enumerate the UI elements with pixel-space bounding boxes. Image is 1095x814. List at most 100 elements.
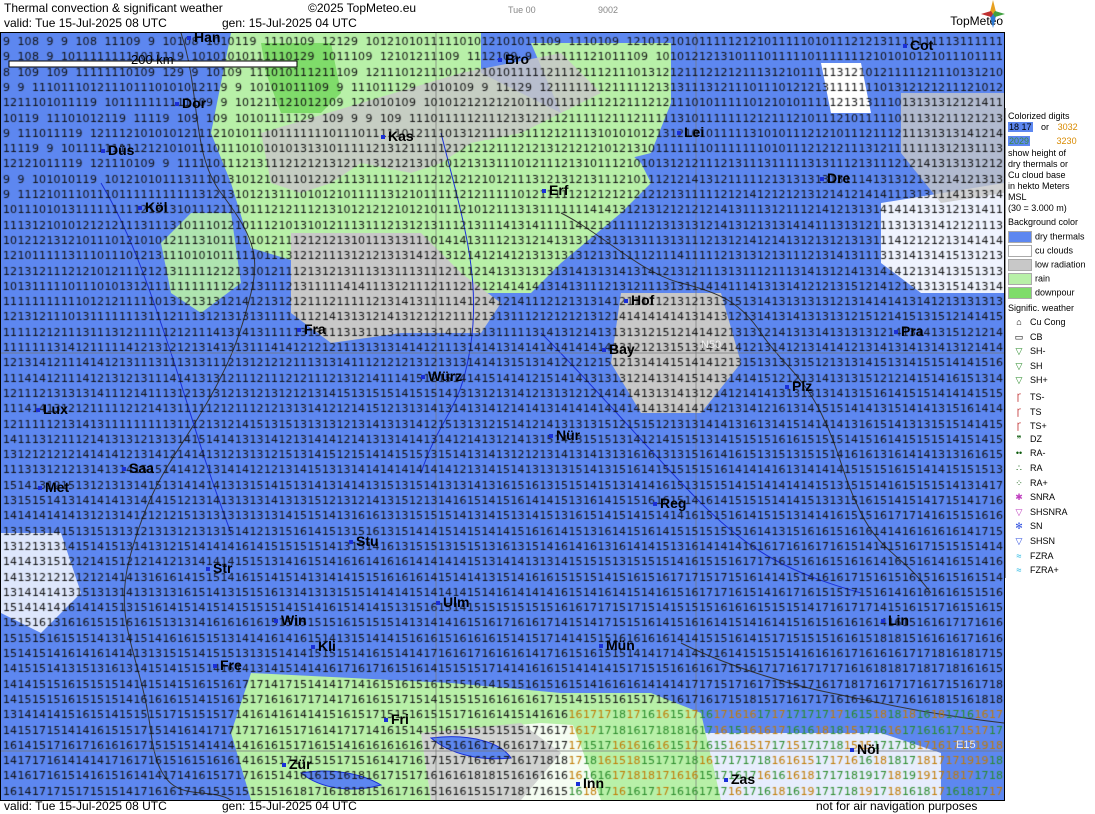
legend-sig-item: ▭ CB — [1008, 332, 1043, 343]
legend-sig-item: ⌂ Cu Cong — [1008, 317, 1066, 327]
legend-sig-label: CB — [1030, 331, 1043, 342]
city-stu: Stu — [349, 533, 379, 549]
weather-symbol-icon: ▽ — [1015, 375, 1023, 386]
city-dor: Dor — [175, 95, 206, 111]
city-lin: Lin — [881, 612, 909, 628]
city-wur: Würz — [421, 368, 462, 384]
legend-sig-item: ≈ FZRA — [1008, 551, 1054, 561]
legend-sig-item: ✻ SN — [1008, 521, 1043, 532]
city-reg: Reg — [653, 495, 686, 511]
legend-example-a: 18 17 — [1008, 122, 1033, 132]
legend-desc-2: dry thermals or — [1008, 159, 1069, 169]
weather-symbol-icon: Ꞅ — [1016, 421, 1022, 432]
legend-sig-label: TS+ — [1030, 421, 1047, 432]
legend-example-c: 2029 — [1008, 136, 1031, 146]
city-dre: Dre — [820, 170, 850, 186]
legend-sig-item: ▽ SH+ — [1008, 375, 1048, 386]
legend-sig-label: RA+ — [1030, 477, 1048, 488]
city-kas: Kas — [381, 128, 414, 144]
city-met: Met — [38, 479, 69, 495]
legend-sig-label: SN — [1030, 521, 1043, 532]
grid-label-lat: N50 — [701, 339, 722, 351]
gen-time: gen: 15-Jul-2025 04 UTC — [222, 16, 357, 30]
footer-gen-time: gen: 15-Jul-2025 04 UTC — [222, 799, 357, 813]
legend-desc-6: (30 = 3.000 m) — [1008, 203, 1067, 213]
legend-desc-4: in hekto Meters — [1008, 181, 1070, 191]
legend-sig-item: Ꞅ TS+ — [1008, 419, 1047, 432]
chart-title: Thermal convection & significant weather — [4, 1, 223, 15]
footer-note: not for air navigation purposes — [816, 799, 978, 813]
valid-time: valid: Tue 15-Jul-2025 08 UTC — [4, 16, 167, 30]
legend-sig-label: SH- — [1030, 346, 1046, 357]
header: Thermal convection & significant weather… — [0, 0, 1005, 32]
weather-symbol-icon: ⌂ — [1016, 317, 1022, 327]
city-win: Win — [274, 612, 307, 628]
legend-desc-3: Cu cloud base — [1008, 170, 1066, 180]
weather-symbol-icon: ✻ — [1015, 521, 1023, 532]
city-zas: Zas — [724, 771, 755, 787]
legend-example-b: 3032 — [1057, 122, 1078, 132]
city-plz: Plz — [785, 378, 812, 394]
scale-label: 200 km — [131, 52, 174, 67]
city-hof: Hof — [624, 292, 654, 308]
city-dus: Düs — [101, 142, 134, 158]
weather-symbol-icon: ⁘ — [1015, 477, 1023, 488]
city-kli: Kli — [311, 638, 336, 654]
legend-colorized-title: Colorized digits — [1008, 111, 1070, 121]
legend-example-row-2: 2029 3230 — [1008, 136, 1077, 146]
copyright: ©2025 TopMeteo.eu — [308, 1, 417, 15]
city-pra: Pra — [894, 323, 924, 339]
legend-sig-label: SH+ — [1030, 375, 1048, 386]
legend-sig-item: ✱ SNRA — [1008, 492, 1055, 503]
legend-sig-item: Ꞅ TS — [1008, 405, 1042, 418]
legend-sig-label: FZRA — [1030, 550, 1054, 561]
city-bay: Bay — [602, 341, 635, 357]
legend-bg-rain: rain — [1008, 273, 1050, 285]
city-fre: Fre — [213, 657, 242, 673]
weather-symbol-icon: ▽ — [1015, 360, 1023, 371]
legend-sig-item: ▽ SHSN — [1008, 536, 1055, 547]
city-str: Str — [206, 560, 232, 576]
footer-valid-time: valid: Tue 15-Jul-2025 08 UTC — [4, 799, 167, 813]
legend-sig-item: ≈ FZRA+ — [1008, 565, 1059, 575]
aux-label-2: 9002 — [598, 5, 619, 15]
legend-sig-item: ❞ DZ — [1008, 434, 1042, 445]
weather-symbol-icon: •• — [1015, 448, 1023, 459]
legend-sig-label: DZ — [1030, 433, 1042, 444]
weather-symbol-icon: ∴ — [1016, 463, 1022, 473]
city-lei: Lei — [677, 124, 704, 140]
city-nur: Nür — [549, 427, 580, 443]
legend-sig-item: •• RA- — [1008, 448, 1046, 458]
legend-sig-label: SHSN — [1030, 536, 1056, 546]
legend-sig-label: TS — [1030, 406, 1042, 417]
legend-sig-label: TS- — [1030, 392, 1045, 402]
legend-sig-label: SNRA — [1030, 492, 1056, 503]
legend-sig-item: ⁘ RA+ — [1008, 478, 1048, 489]
city-han: Han — [187, 33, 220, 45]
grid-label-lon: E15 — [956, 739, 976, 751]
legend-example-d: 3230 — [1056, 136, 1077, 146]
weather-symbol-icon: ✱ — [1015, 492, 1023, 503]
city-nol: Nöl — [850, 741, 880, 757]
legend-sig-label: Cu Cong — [1030, 317, 1066, 327]
legend-desc-5: MSL — [1008, 192, 1027, 202]
footer: valid: Tue 15-Jul-2025 08 UTC gen: 15-Ju… — [0, 799, 1005, 814]
legend-example-row-1: 18 17 or 3032 — [1008, 122, 1078, 132]
city-ulm: Ulm — [436, 594, 469, 610]
weather-symbol-icon: ▽ — [1015, 536, 1023, 546]
legend-desc-1: show height of — [1008, 148, 1067, 158]
city-lux: Lux — [36, 401, 68, 417]
city-fri: Fri — [384, 711, 409, 727]
weather-symbol-icon: Ꞅ — [1016, 406, 1022, 417]
legend-bg-cu: cu clouds — [1008, 245, 1073, 257]
legend-sig-label: SH — [1030, 360, 1043, 371]
legend: Colorized digits 18 17 or 3032 2029 3230… — [1005, 108, 1095, 578]
thermal-digit-layer — [1, 33, 1004, 800]
legend-sig-label: FZRA+ — [1030, 565, 1059, 576]
weather-symbol-icon: Ꞅ — [1016, 392, 1022, 402]
forecast-map[interactable]: 200 km N50 E15 Han Bro Cot Dor Kas Lei D… — [0, 32, 1005, 801]
city-saa: Saa — [122, 460, 154, 476]
legend-sig-label: SHSNRA — [1030, 506, 1068, 517]
weather-symbol-icon: ▽ — [1015, 506, 1023, 517]
legend-sig-label: RA — [1030, 463, 1043, 473]
